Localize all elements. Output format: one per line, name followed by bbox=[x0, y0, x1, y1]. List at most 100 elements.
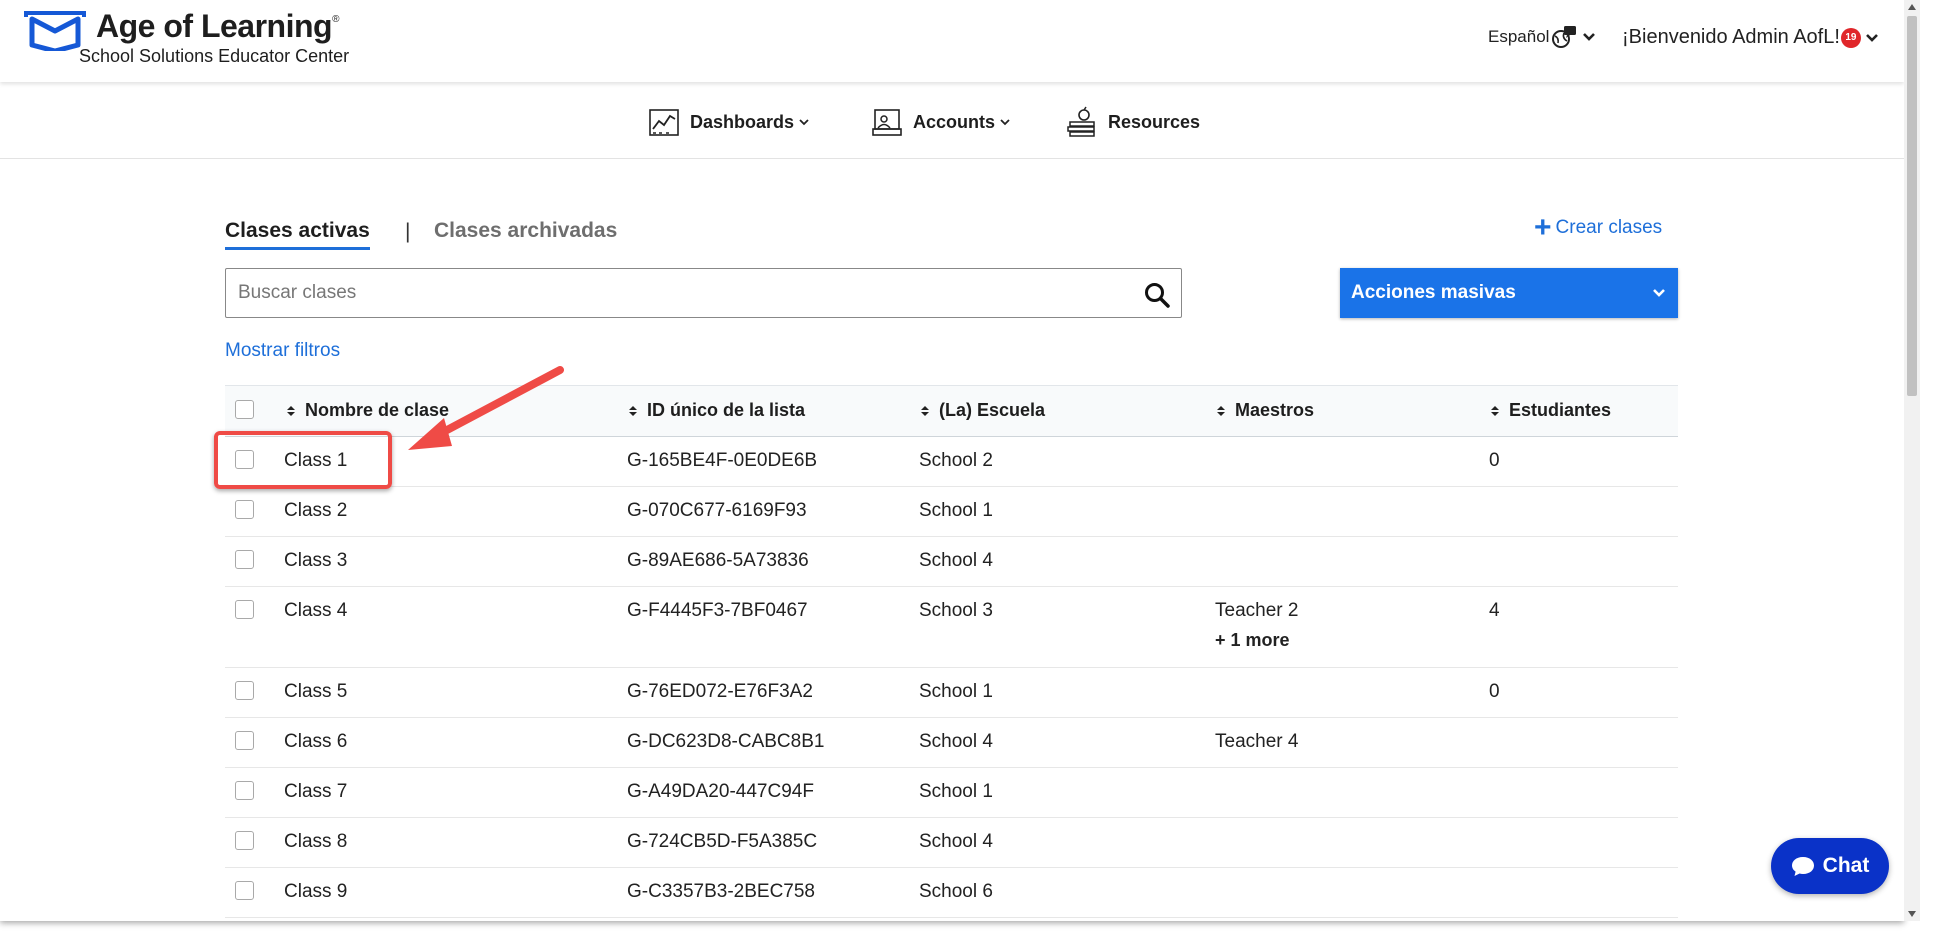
table-row[interactable]: Class 2 G-070C677-6169F93 School 1 bbox=[225, 487, 1678, 537]
class-id: G-76ED072-E76F3A2 bbox=[627, 681, 813, 702]
class-school: School 1 bbox=[919, 681, 993, 702]
plus-icon: + bbox=[1534, 211, 1552, 244]
class-id: G-89AE686-5A73836 bbox=[627, 550, 809, 571]
chevron-down-icon bbox=[1583, 33, 1596, 41]
class-name[interactable]: Class 6 bbox=[284, 731, 347, 753]
row-checkbox[interactable] bbox=[235, 500, 254, 519]
table-row[interactable]: Class 8 G-724CB5D-F5A385C School 4 bbox=[225, 818, 1678, 868]
vertical-scrollbar[interactable] bbox=[1904, 0, 1920, 921]
table-row[interactable]: Class 9 G-C3357B3-2BEC758 School 6 bbox=[225, 868, 1678, 918]
class-id: G-724CB5D-F5A385C bbox=[627, 831, 818, 852]
class-students: 0 bbox=[1489, 450, 1500, 471]
nav-resources-label: Resources bbox=[1108, 111, 1201, 132]
class-teachers: Teacher 2 bbox=[1215, 600, 1299, 621]
chevron-down-icon bbox=[1000, 119, 1010, 126]
nav-dashboards[interactable]: Dashboards bbox=[648, 106, 809, 138]
column-label: (La) Escuela bbox=[939, 400, 1046, 420]
class-name[interactable]: Class 7 bbox=[284, 781, 347, 803]
more-teachers-link[interactable]: + 1 more bbox=[1215, 630, 1298, 651]
user-menu[interactable]: ¡Bienvenido Admin AofL! 19 bbox=[1622, 26, 1879, 49]
column-header-school[interactable]: (La) Escuela bbox=[920, 400, 1045, 421]
class-school: School 4 bbox=[919, 550, 993, 571]
row-checkbox[interactable] bbox=[235, 600, 254, 619]
table-row[interactable]: Class 4 G-F4445F3-7BF0467 School 3 Teach… bbox=[225, 587, 1678, 668]
bulk-actions-label: Acciones masivas bbox=[1351, 282, 1516, 303]
class-school: School 6 bbox=[919, 881, 993, 902]
table-row[interactable]: Class 3 G-89AE686-5A73836 School 4 bbox=[225, 537, 1678, 587]
class-teachers: Teacher 4 bbox=[1215, 731, 1299, 752]
column-header-id[interactable]: ID único de la lista bbox=[628, 400, 805, 421]
row-checkbox[interactable] bbox=[235, 681, 254, 700]
create-classes-button[interactable]: + Crear clases bbox=[1534, 211, 1663, 244]
bulk-actions-dropdown[interactable]: Acciones masivas bbox=[1340, 268, 1678, 318]
nav-accounts-label: Accounts bbox=[913, 111, 996, 132]
sort-icon bbox=[1217, 405, 1225, 416]
sort-icon bbox=[629, 405, 637, 416]
create-classes-label: Crear clases bbox=[1555, 217, 1663, 238]
nav-resources[interactable]: Resources bbox=[1066, 106, 1200, 138]
class-name[interactable]: Class 5 bbox=[284, 681, 347, 703]
row-checkbox[interactable] bbox=[235, 781, 254, 800]
chat-button[interactable]: Chat bbox=[1771, 838, 1889, 894]
globe-translate-icon bbox=[1552, 26, 1577, 48]
class-name[interactable]: Class 3 bbox=[284, 550, 347, 572]
registered-mark: ® bbox=[332, 14, 339, 25]
class-name[interactable]: Class 4 bbox=[284, 600, 347, 622]
tab-archived-classes[interactable]: Clases archivadas bbox=[434, 219, 617, 243]
row-checkbox[interactable] bbox=[235, 831, 254, 850]
class-school: School 3 bbox=[919, 600, 993, 621]
sort-icon bbox=[1491, 405, 1499, 416]
class-name[interactable]: Class 9 bbox=[284, 881, 347, 903]
row-checkbox[interactable] bbox=[235, 731, 254, 750]
class-id: G-165BE4F-0E0DE6B bbox=[627, 450, 818, 471]
class-id: G-A49DA20-447C94F bbox=[627, 781, 814, 802]
language-selector[interactable]: Español bbox=[1488, 24, 1596, 50]
table-row[interactable]: Class 7 G-A49DA20-447C94F School 1 bbox=[225, 768, 1678, 818]
notification-badge: 19 bbox=[1840, 27, 1861, 48]
show-filters-link[interactable]: Mostrar filtros bbox=[225, 340, 340, 362]
brand-title[interactable]: Age of Learning® bbox=[96, 8, 339, 45]
top-header: Age of Learning® School Solutions Educat… bbox=[0, 0, 1904, 82]
class-teachers-cell: Teacher 2 + 1 more bbox=[1215, 600, 1298, 651]
class-school: School 4 bbox=[919, 731, 993, 752]
chevron-down-icon bbox=[1866, 33, 1878, 42]
books-apple-icon bbox=[1067, 106, 1095, 137]
class-school: School 4 bbox=[919, 831, 993, 852]
nav-accounts[interactable]: Accounts bbox=[871, 106, 1010, 138]
row-checkbox[interactable] bbox=[235, 881, 254, 900]
search-input[interactable] bbox=[225, 268, 1182, 318]
line-chart-icon bbox=[649, 109, 679, 136]
class-id: G-070C677-6169F93 bbox=[627, 500, 807, 521]
nav-dashboards-label: Dashboards bbox=[690, 111, 795, 132]
class-name[interactable]: Class 2 bbox=[284, 500, 347, 522]
main-nav: Dashboards Accounts Resources bbox=[0, 82, 1904, 159]
class-students: 0 bbox=[1489, 681, 1500, 702]
column-label: ID único de la lista bbox=[647, 400, 806, 420]
classes-table: Nombre de clase ID único de la lista (La… bbox=[225, 385, 1678, 918]
scroll-thumb[interactable] bbox=[1907, 16, 1917, 396]
table-row[interactable]: Class 6 G-DC623D8-CABC8B1 School 4 Teach… bbox=[225, 718, 1678, 768]
column-header-teachers[interactable]: Maestros bbox=[1216, 400, 1314, 421]
classroom-icon bbox=[872, 109, 902, 136]
brand-title-text: Age of Learning bbox=[96, 8, 333, 44]
tab-separator: | bbox=[405, 220, 411, 243]
search-icon[interactable] bbox=[1144, 282, 1170, 308]
class-school: School 2 bbox=[919, 450, 993, 471]
annotation-arrow-icon bbox=[408, 366, 564, 450]
chat-bubble-icon bbox=[1791, 857, 1814, 876]
highlight-box bbox=[214, 431, 392, 489]
scroll-down-arrow-icon[interactable] bbox=[1908, 911, 1916, 917]
select-all-checkbox[interactable] bbox=[235, 400, 254, 419]
column-header-students[interactable]: Estudiantes bbox=[1490, 400, 1611, 421]
class-id: G-F4445F3-7BF0467 bbox=[627, 600, 808, 621]
sort-icon bbox=[921, 405, 929, 416]
logo-icon[interactable] bbox=[24, 11, 86, 51]
scroll-up-arrow-icon[interactable] bbox=[1908, 4, 1916, 10]
row-checkbox[interactable] bbox=[235, 550, 254, 569]
tab-active-classes[interactable]: Clases activas bbox=[225, 219, 370, 250]
chevron-down-icon bbox=[1653, 289, 1665, 297]
brand-subtitle: School Solutions Educator Center bbox=[79, 46, 350, 66]
class-name[interactable]: Class 8 bbox=[284, 831, 347, 853]
table-row[interactable]: Class 5 G-76ED072-E76F3A2 School 1 0 bbox=[225, 668, 1678, 718]
class-school: School 1 bbox=[919, 781, 993, 802]
